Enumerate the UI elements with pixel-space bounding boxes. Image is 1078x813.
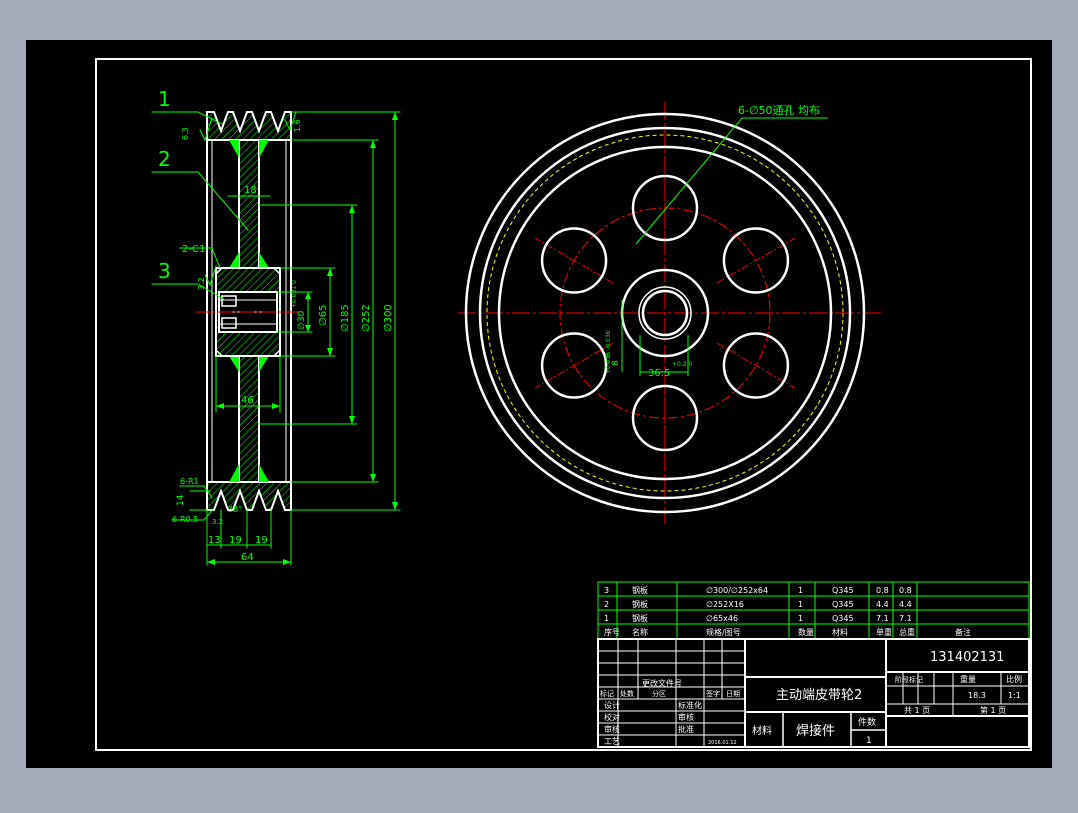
bom-cell-name: 钢板	[632, 613, 648, 623]
mark-label: 标记	[600, 689, 614, 698]
dim-19a: 19	[229, 535, 242, 546]
chamfer-label: 2-C1	[182, 244, 205, 255]
review-label: 审核	[604, 724, 620, 734]
roughness-6-3: 6.3	[181, 127, 190, 140]
pieces-value: 1	[866, 736, 872, 746]
pieces-label: 件数	[858, 716, 876, 728]
weight-value: 18.3	[968, 691, 986, 700]
bom-cell-total: 4.4	[899, 600, 912, 609]
keyway-depth-tol: +0.2 0	[672, 361, 692, 368]
dia-300: ∅300	[383, 304, 394, 332]
date-value: 2016.01.12	[708, 740, 737, 746]
proofread-label: 审核	[678, 712, 694, 722]
bom-cell-mat: Q345	[832, 614, 854, 623]
rev-file-label: 更改文件号	[642, 678, 682, 688]
dia-30: ∅30	[297, 310, 307, 330]
bom-cell-no: 序号	[604, 627, 620, 637]
bom-cell-no: 1	[604, 614, 609, 623]
dim-14: 14	[176, 494, 186, 506]
bom-cell-mat: 材料	[832, 627, 848, 637]
keyway-width: 8	[611, 360, 621, 366]
bom-cell-total: 总重	[899, 627, 915, 637]
stage-header: 阶段标记	[895, 675, 923, 684]
dim-19b: 19	[255, 535, 268, 546]
dia-65: ∅65	[318, 305, 329, 326]
part-label-3: 3	[158, 259, 171, 283]
part-label-1: 1	[158, 87, 171, 111]
dim-web-18: 18	[244, 185, 257, 196]
scale-value: 1:1	[1008, 691, 1021, 700]
bom-cell-name: 钢板	[632, 599, 648, 609]
dia-252: ∅252	[361, 304, 372, 332]
bom-cell-note: 备注	[955, 627, 971, 637]
chamfer-label-bottom: 6-R1	[180, 477, 199, 486]
drawing-title: 主动端皮带轮2	[776, 688, 862, 703]
dim-hub-46: 46	[241, 395, 254, 406]
dim-13: 13	[208, 535, 221, 546]
drawing-number: 131402131	[930, 650, 1004, 665]
check-label: 校对	[604, 712, 620, 722]
bom-cell-qty: 1	[798, 614, 803, 623]
sheet-total: 共 1 页	[904, 706, 930, 715]
bom-cell-spec: ∅65x46	[706, 614, 738, 623]
bom-cell-no: 2	[604, 600, 609, 609]
bom-cell-unit: 0.8	[876, 586, 889, 595]
material-value: 焊接件	[796, 723, 835, 739]
cad-drawing[interactable]: 1 2 3 2-C1 6.3 1.6 3.2 18 46 14 6-R1 6-R…	[0, 0, 1078, 808]
bom-cell-name: 钢板	[632, 585, 648, 595]
bom-cell-total: 0.8	[899, 586, 912, 595]
bom-cell-no: 3	[604, 586, 609, 595]
bom-cell-unit: 单重	[876, 627, 892, 637]
design-label: 设计	[604, 700, 620, 710]
weight-header: 重量	[960, 674, 976, 684]
dim-64: 64	[241, 552, 254, 563]
keyway-width-tol: +0.036 -0.036	[605, 330, 612, 374]
roughness-1-6: 1.6	[293, 119, 302, 132]
bom-cell-spec: ∅252X16	[706, 600, 744, 609]
cad-window: 1 2 3 2-C1 6.3 1.6 3.2 18 46 14 6-R1 6-R…	[0, 0, 1078, 808]
roughness-3-2: 3.2	[197, 277, 206, 290]
keyway-depth: 36.5	[648, 368, 670, 379]
material-label: 材料	[752, 724, 772, 737]
scale-header: 比例	[1006, 674, 1022, 684]
count-label: 处数	[620, 689, 634, 698]
dia-185: ∅185	[340, 304, 351, 332]
zone-label: 分区	[652, 689, 666, 698]
bom-cell-unit: 4.4	[876, 600, 889, 609]
bom-cell-spec: 规格/图号	[706, 627, 741, 637]
bom-cell-mat: Q345	[832, 586, 854, 595]
bom-cell-qty: 1	[798, 586, 803, 595]
approve-label: 批准	[678, 724, 694, 734]
process-label: 工艺	[604, 737, 620, 746]
bom-cell-unit: 7.1	[876, 614, 889, 623]
holes-note: 6-∅50通孔 均布	[738, 104, 820, 117]
bom-cell-name: 名称	[632, 627, 648, 637]
angle-38: 38°	[228, 505, 242, 514]
bom-cell-spec: ∅300/∅252x64	[706, 586, 768, 595]
part-label-2: 2	[158, 147, 171, 171]
bom-cell-mat: Q345	[832, 600, 854, 609]
drawing-paper	[26, 40, 1052, 768]
dia-30-tol: +0.021 0	[291, 280, 298, 308]
web-lower	[238, 355, 260, 483]
rough-small: 3.2	[212, 518, 223, 526]
sheet-number: 第 1 页	[980, 705, 1006, 715]
bom-cell-qty: 数量	[798, 627, 814, 637]
sign-label: 签字	[706, 689, 720, 698]
std-label: 标准化	[678, 700, 702, 710]
bom-cell-qty: 1	[798, 600, 803, 609]
date-label: 日期	[726, 690, 740, 698]
groove-label: 6-R0.5	[172, 515, 198, 524]
web-upper	[238, 139, 260, 269]
bom-cell-total: 7.1	[899, 614, 912, 623]
